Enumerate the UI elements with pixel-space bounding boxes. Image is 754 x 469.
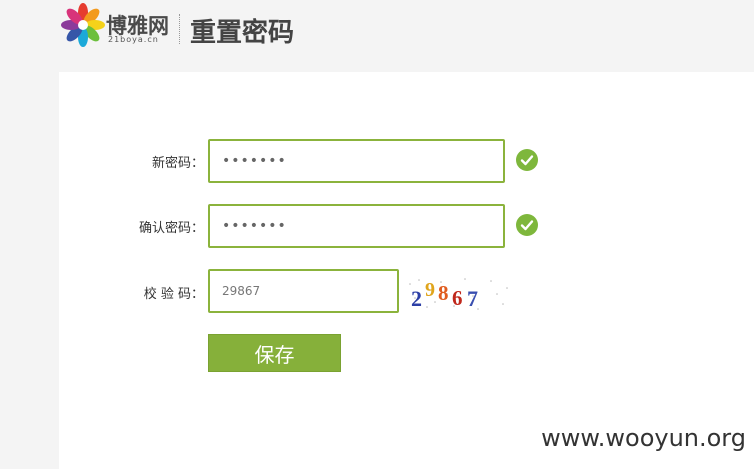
captcha-char: 6 <box>452 286 463 310</box>
header-divider <box>179 14 180 44</box>
logo-flower-icon <box>61 3 105 47</box>
header: 博雅网 21boya.cn 重置密码 <box>0 0 754 72</box>
logo-domain: 21boya.cn <box>108 35 159 44</box>
captcha-input[interactable]: 29867 <box>208 269 399 313</box>
new-password-label: 新密码： <box>151 156 204 171</box>
captcha-char: 9 <box>425 279 435 301</box>
captcha-label: 校 验 码： <box>143 287 204 302</box>
check-circle-icon <box>516 214 538 236</box>
save-button[interactable]: 保存 <box>208 334 341 372</box>
check-circle-icon <box>516 149 538 171</box>
watermark: www.wooyun.org <box>541 424 746 452</box>
captcha-char: 8 <box>438 281 449 305</box>
new-password-field[interactable]: ••••••• <box>208 139 505 183</box>
captcha-image[interactable]: 2 9 8 6 7 <box>407 276 511 312</box>
confirm-password-field[interactable]: ••••••• <box>208 204 505 248</box>
page-title: 重置密码 <box>190 18 295 48</box>
captcha-char: 7 <box>467 286 478 311</box>
form-panel <box>59 72 754 469</box>
captcha-char: 2 <box>411 286 422 311</box>
site-logo[interactable]: 博雅网 21boya.cn <box>60 2 180 48</box>
confirm-password-label: 确认密码： <box>138 221 204 236</box>
